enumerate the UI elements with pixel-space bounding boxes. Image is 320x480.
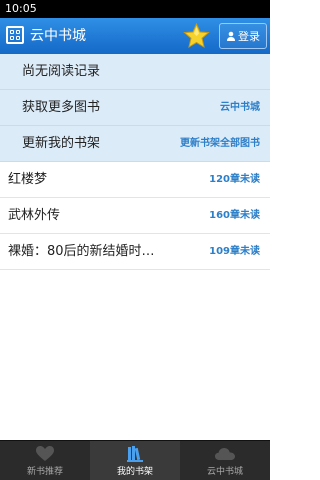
- book-row[interactable]: 红楼梦 120章未读: [0, 162, 270, 198]
- update-shelf-row[interactable]: 更新我的书架 更新书架全部图书: [0, 126, 270, 162]
- book-title: 红楼梦: [8, 172, 48, 187]
- unread-count: 109章未读: [209, 246, 260, 257]
- tab-new-books[interactable]: 新书推荐: [0, 441, 90, 480]
- bookshelf-icon: [127, 446, 143, 462]
- tab-label: 新书推荐: [26, 467, 63, 477]
- app-screen: 10:05 云中书城 登录 尚无阅读记录 获取更多图书 云中书城 更新我的书架 …: [0, 0, 270, 480]
- book-title: 裸婚：80后的新结婚时…: [8, 244, 155, 259]
- heart-icon: [36, 446, 54, 461]
- user-icon: [227, 31, 235, 41]
- reading-history-row[interactable]: 尚无阅读记录: [0, 54, 270, 90]
- app-title: 云中书城: [30, 28, 86, 44]
- book-city-link[interactable]: 云中书城: [220, 90, 260, 126]
- tab-label: 云中书城: [206, 467, 243, 477]
- update-all-books-link[interactable]: 更新书架全部图书: [180, 126, 260, 162]
- status-time: 10:05: [5, 2, 37, 15]
- login-label: 登录: [238, 30, 260, 43]
- bookshelf-list: 尚无阅读记录 获取更多图书 云中书城 更新我的书架 更新书架全部图书 红楼梦 1…: [0, 54, 270, 270]
- grid-logo-icon[interactable]: [6, 26, 24, 44]
- book-title: 武林外传: [8, 208, 61, 223]
- book-row[interactable]: 武林外传 160章未读: [0, 198, 270, 234]
- star-icon[interactable]: [183, 23, 210, 49]
- tab-my-bookshelf[interactable]: 我的书架: [90, 441, 180, 480]
- cloud-icon: [215, 448, 235, 460]
- app-bar: 云中书城 登录: [0, 18, 270, 54]
- unread-count: 120章未读: [209, 174, 260, 185]
- unread-count: 160章未读: [209, 210, 260, 221]
- book-row[interactable]: 裸婚：80后的新结婚时… 109章未读: [0, 234, 270, 270]
- get-more-books-label: 获取更多图书: [22, 100, 101, 115]
- reading-history-label: 尚无阅读记录: [22, 64, 101, 79]
- get-more-books-row[interactable]: 获取更多图书 云中书城: [0, 90, 270, 126]
- status-bar: 10:05: [0, 0, 270, 18]
- login-button[interactable]: 登录: [219, 23, 267, 49]
- update-shelf-label: 更新我的书架: [22, 136, 101, 151]
- tab-label: 我的书架: [116, 467, 153, 477]
- bottom-tab-bar: 新书推荐 我的书架 云中书城: [0, 440, 270, 480]
- tab-book-city[interactable]: 云中书城: [180, 441, 270, 480]
